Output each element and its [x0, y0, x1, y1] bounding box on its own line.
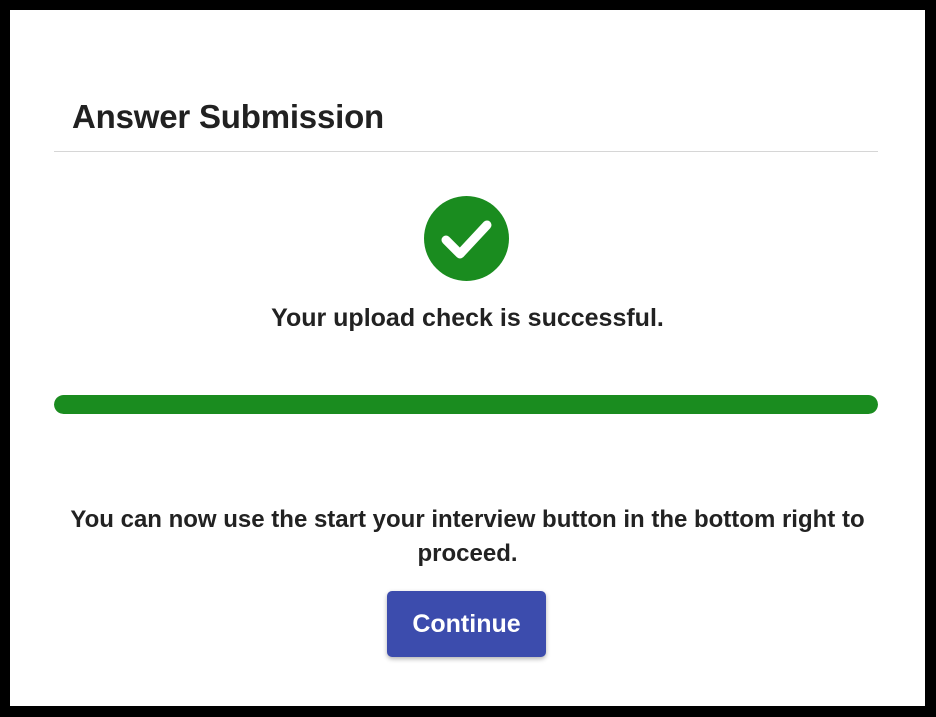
answer-submission-dialog: Answer Submission Your upload check is s…	[10, 10, 925, 706]
upload-progress-fill	[54, 395, 878, 414]
check-circle-icon	[424, 196, 509, 281]
checkmark-icon	[441, 220, 492, 259]
continue-button[interactable]: Continue	[387, 591, 546, 657]
upload-progress-bar	[54, 395, 878, 414]
instructions-text: You can now use the start your interview…	[70, 506, 865, 567]
success-message: Your upload check is successful.	[271, 304, 664, 332]
dialog-title: Answer Submission	[72, 98, 385, 135]
title-divider	[54, 151, 878, 152]
